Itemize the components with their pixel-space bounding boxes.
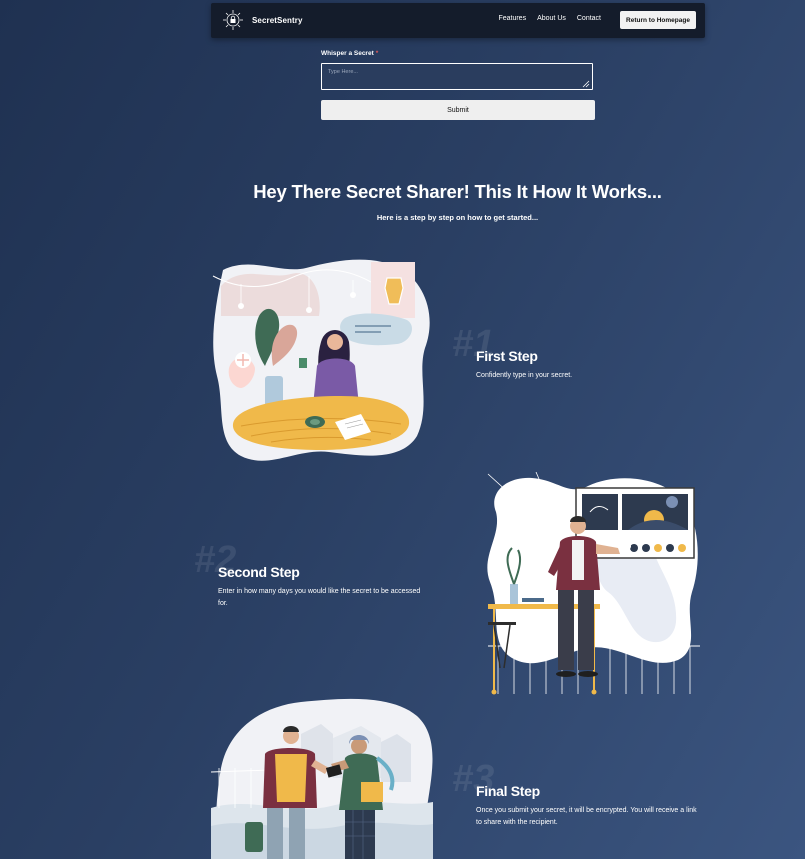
- resize-handle-icon[interactable]: [582, 80, 590, 88]
- page-title: Hey There Secret Sharer! This It How It …: [253, 181, 662, 202]
- required-mark: *: [375, 50, 379, 57]
- shield-lock-icon: [223, 10, 243, 30]
- final-step-illustration: [211, 698, 433, 859]
- nav-link-features[interactable]: Features: [498, 15, 526, 22]
- step-1-title: First Step: [476, 348, 538, 364]
- brand[interactable]: SecretSentry: [222, 9, 303, 31]
- step-2-description: Enter in how many days you would like th…: [218, 588, 421, 607]
- return-to-homepage-button[interactable]: Return to Homepage: [620, 11, 696, 29]
- step-2-title: Second Step: [218, 564, 300, 580]
- navbar: SecretSentry Features About Us Contact R…: [211, 3, 705, 38]
- second-step-illustration: [487, 472, 700, 695]
- secret-form: Whisper a Secret* Submit: [321, 50, 595, 120]
- nav-link-contact[interactable]: Contact: [577, 15, 601, 22]
- first-step-illustration: [212, 259, 430, 461]
- secret-input[interactable]: [321, 63, 593, 90]
- nav-link-about-us[interactable]: About Us: [537, 15, 566, 22]
- secret-label-text: Whisper a Secret: [321, 50, 374, 57]
- step-3-description: Once you submit your secret, it will be …: [476, 807, 697, 826]
- secret-field-label: Whisper a Secret *: [321, 50, 595, 57]
- step-1-description: Confidently type in your secret.: [476, 372, 573, 379]
- brand-name: SecretSentry: [252, 15, 303, 25]
- page-subtitle: Here is a step by step on how to get sta…: [376, 213, 539, 222]
- nav-links: Features About Us Contact: [498, 15, 601, 22]
- submit-button[interactable]: Submit: [321, 100, 595, 120]
- step-3-title: Final Step: [476, 783, 540, 799]
